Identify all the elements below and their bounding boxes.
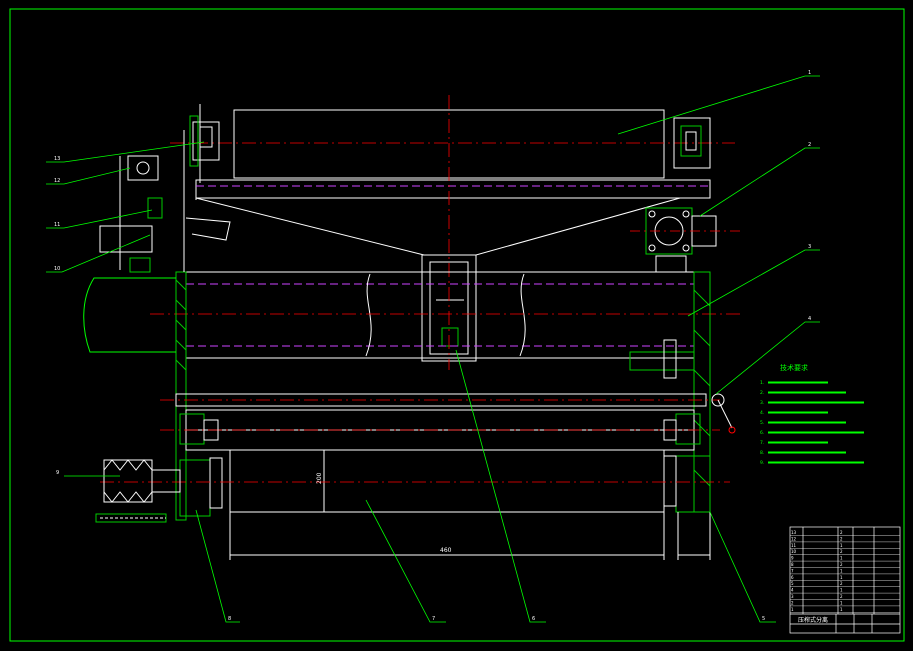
main-drum bbox=[185, 271, 695, 359]
title-block-cell: 11 bbox=[791, 543, 797, 548]
balloon-5: 5 bbox=[762, 616, 765, 622]
title-block-cell: 7 bbox=[791, 568, 794, 573]
title-block-rows: 13 212 211 110 29 18 27 16 15 24 13 22 11 1 bbox=[790, 530, 900, 613]
balloon-12: 12 bbox=[54, 178, 60, 184]
note-6: 6. bbox=[760, 430, 764, 436]
frame-beam bbox=[195, 179, 711, 199]
title-block-cell: 13 bbox=[791, 530, 797, 535]
hopper-funnel bbox=[195, 197, 681, 256]
balloon-7: 7 bbox=[432, 616, 435, 622]
title-block-cell: 1 bbox=[840, 556, 843, 561]
balloon-1: 1 bbox=[808, 70, 811, 76]
balloon-11: 11 bbox=[54, 222, 60, 228]
right-side-plate bbox=[629, 271, 711, 513]
sheet-border bbox=[9, 8, 905, 642]
drawing-name: 压榨式分离 bbox=[798, 616, 828, 624]
balloon-2: 2 bbox=[808, 142, 811, 148]
title-block-cell: 2 bbox=[840, 549, 843, 554]
title-block-cell: 8 bbox=[791, 562, 794, 567]
note-8: 8. bbox=[760, 450, 764, 456]
notes-lines: 1. 2. 3. 4. 5. 6. 7. 8. 9. bbox=[760, 380, 864, 466]
title-block-cell: 1 bbox=[791, 607, 794, 612]
notes-heading: 技术要求 bbox=[780, 363, 808, 372]
title-block-cell: 1 bbox=[840, 543, 843, 548]
title-block-cell: 12 bbox=[791, 536, 797, 541]
title-block-cell: 2 bbox=[840, 581, 843, 586]
v-belt-pulley bbox=[95, 459, 181, 523]
right-gearbox bbox=[645, 207, 717, 273]
left-side-plate bbox=[175, 271, 187, 521]
balloon-4: 4 bbox=[808, 316, 811, 322]
bottom-roller bbox=[229, 449, 711, 560]
title-block-cell: 6 bbox=[791, 575, 794, 580]
title-block-cell: 2 bbox=[791, 600, 794, 605]
lower-shafts bbox=[175, 393, 707, 451]
title-block-cell: 5 bbox=[791, 581, 794, 586]
title-block-cell: 4 bbox=[791, 588, 794, 593]
title-block-cell: 2 bbox=[840, 562, 843, 567]
title-block-cell: 2 bbox=[840, 536, 843, 541]
note-9: 9. bbox=[760, 460, 764, 466]
balloon-8: 8 bbox=[228, 616, 231, 622]
cad-drawing-canvas: 200 460 1 2 3 4 5 6 7 8 9 10 11 12 13 技术… bbox=[9, 8, 905, 642]
technical-notes: 技术要求 1. 2. 3. 4. 5. 6. 7. 8. 9. bbox=[760, 363, 864, 466]
left-tensioner-mechanism bbox=[99, 130, 231, 273]
note-4: 4. bbox=[760, 410, 764, 416]
title-block-cell: 9 bbox=[791, 556, 794, 561]
top-press-roller bbox=[199, 104, 665, 183]
leader-lines bbox=[46, 75, 820, 623]
title-block-cell: 1 bbox=[840, 600, 843, 605]
balloon-6: 6 bbox=[532, 616, 535, 622]
balloon-10: 10 bbox=[54, 266, 60, 272]
top-left-bearing bbox=[189, 115, 220, 167]
note-7: 7. bbox=[760, 440, 764, 446]
title-block-cell: 1 bbox=[840, 568, 843, 573]
title-block-cell: 1 bbox=[840, 607, 843, 612]
balloon-13: 13 bbox=[54, 156, 60, 162]
title-block-cell: 2 bbox=[840, 594, 843, 599]
title-block-cell: 1 bbox=[840, 575, 843, 580]
balloon-9: 9 bbox=[56, 470, 59, 476]
title-block-cell: 3 bbox=[791, 594, 794, 599]
roller-diameter-dim: 200 bbox=[316, 472, 323, 484]
inlet-chute bbox=[83, 277, 176, 353]
title-block-cell: 2 bbox=[840, 530, 843, 535]
roller-length-dim: 460 bbox=[440, 547, 452, 554]
note-2: 2. bbox=[760, 390, 764, 396]
note-3: 3. bbox=[760, 400, 764, 406]
note-1: 1. bbox=[760, 380, 764, 386]
right-lower-bearings bbox=[663, 393, 736, 513]
title-block-cell: 1 bbox=[840, 588, 843, 593]
title-block-cell: 10 bbox=[791, 549, 797, 554]
balloon-3: 3 bbox=[808, 244, 811, 250]
note-5: 5. bbox=[760, 420, 764, 426]
